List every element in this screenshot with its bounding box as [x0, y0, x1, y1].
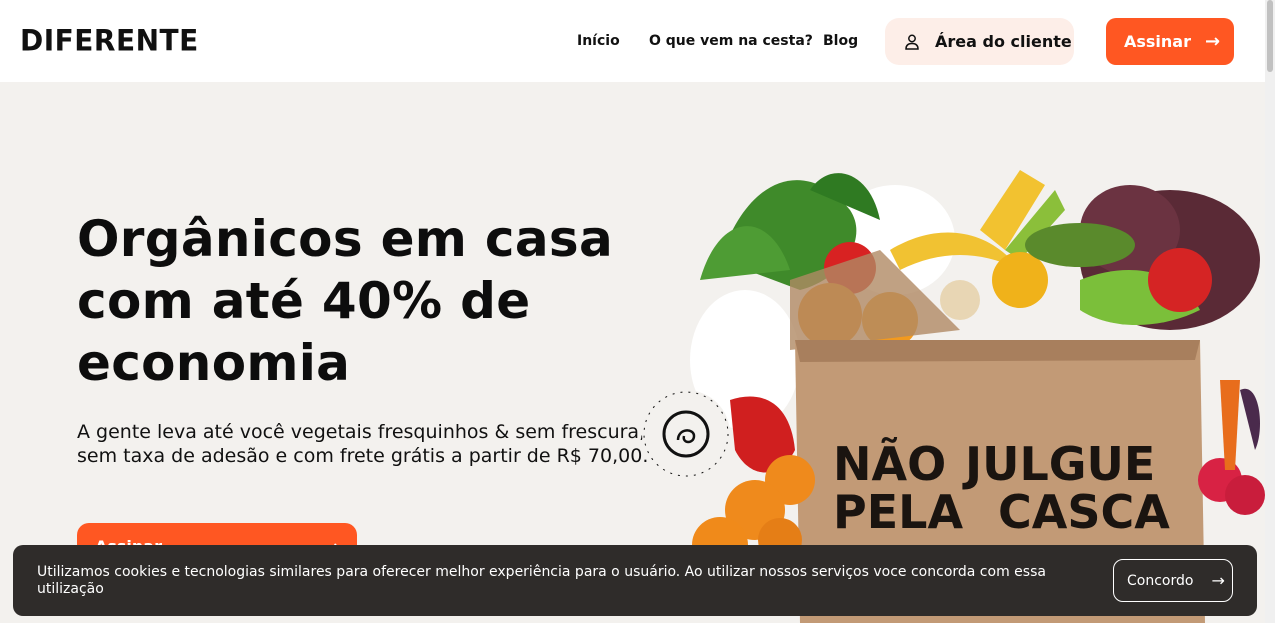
user-icon [905, 34, 919, 50]
cookie-banner: Utilizamos cookies e tecnologias similar… [13, 545, 1257, 616]
site-header: DIFERENTE Início O que vem na cesta? Blo… [0, 0, 1265, 82]
nav-link-inicio[interactable]: Início [577, 32, 620, 50]
cookie-text: Utilizamos cookies e tecnologias similar… [37, 564, 1046, 597]
subscribe-label: Assinar [1124, 32, 1191, 51]
box-text-nao: NÃO [833, 436, 946, 491]
subscribe-button-header[interactable]: Assinar → [1106, 18, 1234, 65]
scrollbar-thumb[interactable] [1267, 0, 1273, 72]
scrollbar-track[interactable] [1265, 0, 1275, 623]
client-area-label: Área do cliente [935, 32, 1072, 51]
cookie-accept-button[interactable]: Concordo → [1113, 559, 1233, 602]
hero-title: Orgânicos em casa com até 40% de economi… [77, 210, 613, 392]
nav-link-blog[interactable]: Blog [823, 32, 858, 50]
cookie-accept-label: Concordo [1127, 572, 1194, 589]
arrow-right-icon: → [1205, 31, 1221, 52]
box-text-julgue: JULGUE [962, 437, 1155, 491]
arrow-right-icon: → [1211, 571, 1225, 590]
client-area-button[interactable]: Área do cliente [885, 18, 1074, 65]
hero-subtitle: A gente leva até você vegetais fresquinh… [77, 421, 649, 467]
box-text-pela: PELA [833, 485, 963, 539]
box-text-casca: CASCA [998, 485, 1170, 539]
nav-link-cesta[interactable]: O que vem na cesta? [649, 32, 813, 50]
logo[interactable]: DIFERENTE [20, 25, 199, 57]
organic-seal-icon [642, 390, 730, 478]
